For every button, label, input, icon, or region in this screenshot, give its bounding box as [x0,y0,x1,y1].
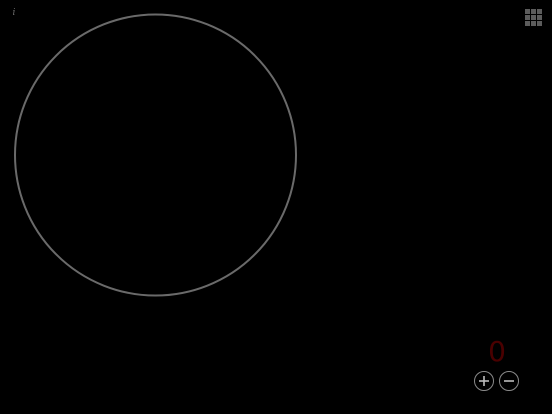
grid-cell [531,9,536,14]
increment-button[interactable] [474,371,494,391]
grid-cell [525,15,530,20]
minus-icon [504,380,514,382]
grid-cell [537,21,542,26]
grid-cell [531,15,536,20]
info-icon[interactable]: i [10,7,18,19]
grid-cell [525,21,530,26]
outline-circle [14,13,297,297]
plus-icon [479,376,489,386]
app-canvas[interactable]: i 0 [0,0,552,414]
decrement-button[interactable] [499,371,519,391]
drawing-surface[interactable] [0,0,552,414]
grid-cell [537,9,542,14]
grid-cell [537,15,542,20]
counter-value: 0 [488,335,506,368]
grid-menu-icon[interactable] [525,9,543,27]
grid-cell [525,9,530,14]
grid-cell [531,21,536,26]
